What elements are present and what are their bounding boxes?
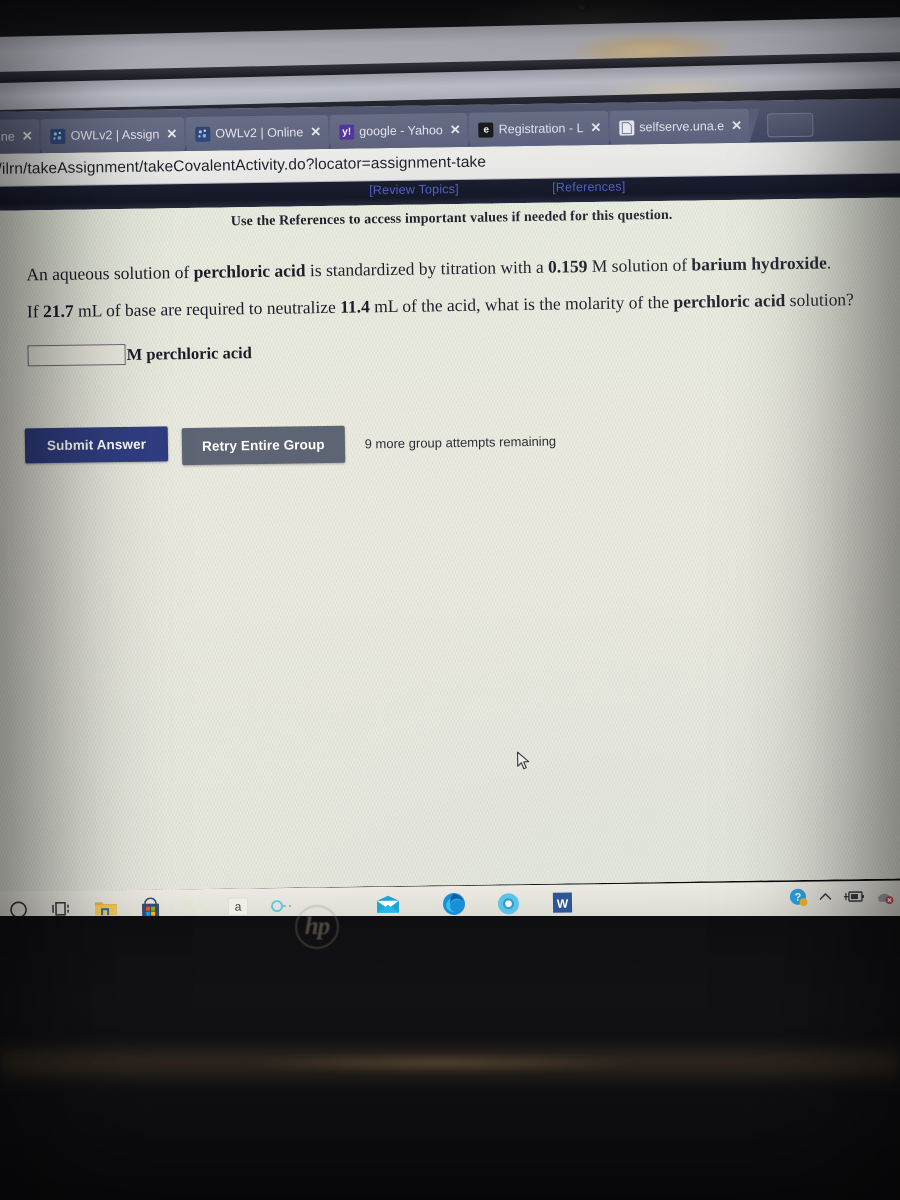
- edge-favicon: e: [478, 121, 494, 138]
- q1-bold-base: barium hydroxide: [691, 252, 827, 275]
- battery-plug-icon[interactable]: [843, 889, 865, 909]
- q2-text-b: mL of base are required to neutralize: [73, 296, 341, 321]
- page-favicon: [619, 119, 635, 136]
- laptop-photo: nline ✕ OWLv2 | Assign ✕ OWLv2 | Online …: [0, 0, 900, 1200]
- laptop-screen: nline ✕ OWLv2 | Assign ✕ OWLv2 | Online …: [0, 98, 900, 892]
- q2-bold-vol-acid: 11.4: [340, 296, 370, 317]
- q2-text-c: mL of the acid, what is the molarity of …: [369, 291, 674, 317]
- svg-text:W: W: [556, 897, 568, 911]
- attempts-remaining-text: 9 more group attempts remaining: [364, 433, 557, 452]
- molarity-answer-input[interactable]: [27, 344, 126, 367]
- q1-bold-acid: perchloric acid: [193, 260, 306, 282]
- browser-tab-2[interactable]: OWLv2 | Online ✕: [186, 114, 329, 152]
- q1-text-a: An aqueous solution of: [26, 261, 194, 285]
- browser-tab-5[interactable]: selfserve.una.e ✕: [610, 108, 750, 145]
- close-icon[interactable]: ✕: [310, 124, 321, 140]
- owl-favicon: [195, 126, 211, 142]
- system-tray: ?: [789, 886, 900, 912]
- browser-tab-0[interactable]: nline ✕: [0, 119, 40, 154]
- submit-answer-button[interactable]: Submit Answer: [24, 426, 169, 464]
- network-offline-icon[interactable]: [875, 888, 894, 910]
- close-icon[interactable]: ✕: [590, 120, 601, 136]
- retry-entire-group-button[interactable]: Retry Entire Group: [181, 425, 345, 466]
- action-button-row: Submit Answer Retry Entire Group 9 more …: [0, 353, 900, 468]
- references-link[interactable]: [References]: [552, 180, 625, 195]
- answer-unit-label: M perchloric acid: [126, 342, 252, 364]
- new-tab-button[interactable]: [766, 112, 814, 138]
- tab-title: nline: [0, 129, 15, 144]
- mouse-cursor-icon: [517, 751, 530, 770]
- close-icon[interactable]: ✕: [731, 118, 742, 134]
- close-icon[interactable]: ✕: [166, 126, 177, 142]
- q2-text-a: If: [26, 301, 44, 322]
- browser-tab-3[interactable]: y! google - Yahoo ✕: [329, 112, 468, 149]
- q1-text-c: M solution of: [587, 254, 692, 277]
- browser-tab-1[interactable]: OWLv2 | Assign ✕: [41, 117, 185, 154]
- tab-title: Registration - L: [498, 121, 584, 137]
- close-icon[interactable]: ✕: [22, 128, 33, 144]
- assignment-page: Use the References to access important v…: [0, 197, 900, 892]
- hp-logo: hp: [295, 905, 339, 949]
- close-icon[interactable]: ✕: [450, 122, 461, 138]
- help-icon[interactable]: ?: [789, 888, 808, 912]
- browser-tab-4[interactable]: e Registration - L ✕: [469, 110, 609, 147]
- tab-title: OWLv2 | Assign: [70, 127, 160, 143]
- owl-favicon: [50, 128, 66, 144]
- q1-text-b: is standardized by titration with a: [305, 256, 549, 281]
- q1-text-d: .: [826, 252, 832, 273]
- tab-title: OWLv2 | Online: [215, 125, 304, 141]
- tab-title: selfserve.una.e: [639, 119, 725, 135]
- tab-title: google - Yahoo: [359, 123, 443, 139]
- q1-bold-molarity: 0.159: [547, 256, 588, 277]
- deck-light-reflection-core: [160, 1052, 720, 1074]
- url-text: n/ilrn/takeAssignment/takeCovalentActivi…: [0, 153, 487, 178]
- q2-bold-vol-base: 21.7: [42, 300, 74, 322]
- q2-text-d: solution?: [785, 289, 855, 311]
- webcam-icon: [576, 4, 588, 12]
- review-topics-link[interactable]: [Review Topics]: [369, 182, 459, 197]
- yahoo-favicon: y!: [339, 124, 355, 140]
- q2-bold-acid2: perchloric acid: [673, 290, 786, 312]
- chevron-up-icon[interactable]: [818, 890, 833, 908]
